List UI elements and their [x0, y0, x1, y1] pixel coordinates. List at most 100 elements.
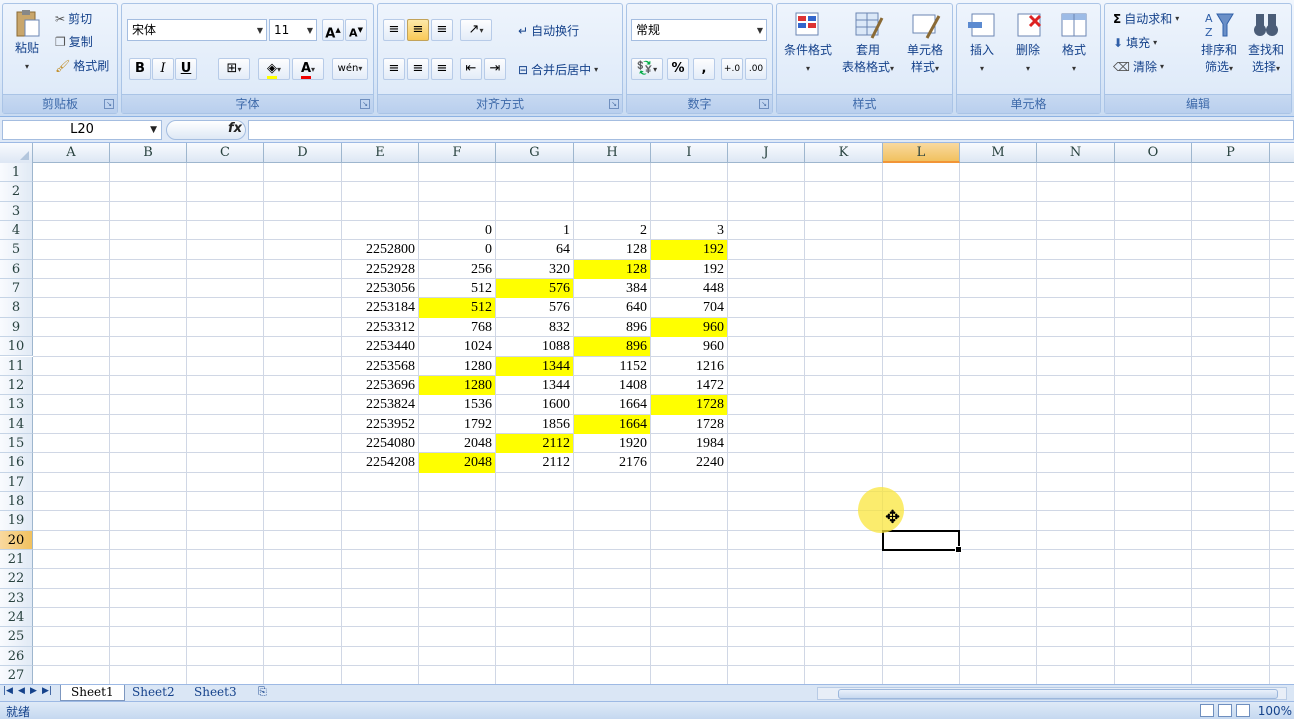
cell-styles-button[interactable]: 单元格 样式▾	[899, 10, 951, 77]
cell-i7[interactable]: 448	[651, 279, 727, 298]
fill-button[interactable]: ⬇ 填充 ▾	[1113, 34, 1157, 51]
find-select-button[interactable]: 查找和 选择▾	[1243, 10, 1289, 77]
cell-h14[interactable]: 1664	[574, 414, 650, 434]
cell-i8[interactable]: 704	[651, 298, 727, 317]
row-header-18[interactable]: 18	[0, 491, 33, 512]
cell-g13[interactable]: 1600	[496, 395, 573, 414]
format-as-table-button[interactable]: 套用 表格格式▾	[837, 10, 899, 77]
cell-e6[interactable]: 2252928	[342, 260, 418, 279]
cell-e13[interactable]: 2253824	[342, 395, 418, 414]
prev-sheet-icon[interactable]: ◀	[18, 686, 25, 696]
fill-color-button[interactable]: ◈▾	[258, 58, 290, 80]
column-header-m[interactable]: M	[960, 143, 1037, 163]
cell-f14[interactable]: 1792	[419, 415, 495, 434]
cell-h10[interactable]: 896	[574, 337, 650, 357]
row-header-13[interactable]: 13	[0, 395, 33, 415]
cell-g4[interactable]: 1	[496, 221, 573, 240]
column-header-b[interactable]: B	[110, 143, 187, 163]
cell-f6[interactable]: 256	[419, 260, 495, 279]
row-header-3[interactable]: 3	[0, 201, 33, 222]
column-header-e[interactable]: E	[342, 143, 419, 163]
sort-filter-button[interactable]: AZ 排序和 筛选▾	[1197, 10, 1241, 77]
cell-h9[interactable]: 896	[574, 318, 650, 337]
cell-f11[interactable]: 1280	[419, 357, 495, 376]
insert-button[interactable]: 插入 ▾	[959, 10, 1005, 77]
cell-h5[interactable]: 128	[574, 240, 650, 259]
cell-h11[interactable]: 1152	[574, 357, 650, 376]
align-top-button[interactable]: ≡	[383, 19, 405, 41]
cell-g7[interactable]: 576	[496, 279, 573, 299]
column-header-n[interactable]: N	[1037, 143, 1115, 163]
cell-e7[interactable]: 2253056	[342, 279, 418, 298]
zoom-level[interactable]: 100%	[1258, 704, 1292, 718]
font-color-button[interactable]: A▾	[292, 58, 324, 80]
cell-f5[interactable]: 0	[419, 240, 495, 259]
row-header-20[interactable]: 20	[0, 530, 33, 550]
page-break-view-icon[interactable]	[1236, 704, 1250, 717]
align-middle-button[interactable]: ≡	[407, 19, 429, 41]
page-layout-view-icon[interactable]	[1218, 704, 1232, 717]
cell-g14[interactable]: 1856	[496, 415, 573, 434]
row-header-26[interactable]: 26	[0, 646, 33, 667]
active-cell-selection[interactable]	[882, 529, 962, 554]
column-header-k[interactable]: K	[805, 143, 883, 163]
row-header-22[interactable]: 22	[0, 569, 33, 589]
align-bottom-button[interactable]: ≡	[431, 19, 453, 41]
cell-i12[interactable]: 1472	[651, 376, 727, 395]
row-header-24[interactable]: 24	[0, 608, 33, 628]
cell-h8[interactable]: 640	[574, 298, 650, 317]
row-header-9[interactable]: 9	[0, 317, 33, 338]
first-sheet-icon[interactable]: |◀	[3, 686, 13, 696]
cell-i10[interactable]: 960	[651, 337, 727, 356]
paste-button[interactable]: 粘贴 ▾	[7, 8, 47, 75]
cell-g9[interactable]: 832	[496, 318, 573, 337]
align-right-button[interactable]: ≡	[431, 58, 453, 80]
column-header-f[interactable]: F	[419, 143, 496, 163]
row-header-23[interactable]: 23	[0, 588, 33, 609]
row-header-7[interactable]: 7	[0, 279, 33, 299]
font-name-select[interactable]: 宋体 ▼	[127, 19, 267, 41]
wrap-text-button[interactable]: ↵ 自动换行	[518, 22, 579, 39]
cell-g6[interactable]: 320	[496, 260, 573, 279]
cell-f9[interactable]: 768	[419, 318, 495, 337]
clipboard-launcher-icon[interactable]: ↘	[104, 99, 114, 109]
cell-e12[interactable]: 2253696	[342, 376, 418, 395]
cell-e10[interactable]: 2253440	[342, 337, 418, 356]
number-format-select[interactable]: 常规 ▼	[631, 19, 767, 41]
sheet-tab-3[interactable]: Sheet3	[184, 685, 247, 701]
row-header-21[interactable]: 21	[0, 550, 33, 570]
row-header-2[interactable]: 2	[0, 182, 33, 202]
cell-i15[interactable]: 1984	[651, 434, 727, 453]
align-center-button[interactable]: ≡	[407, 58, 429, 80]
cell-f16[interactable]: 2048	[419, 453, 495, 473]
alignment-launcher-icon[interactable]: ↘	[609, 99, 619, 109]
currency-button[interactable]: 💱▾	[631, 58, 663, 80]
column-header-d[interactable]: D	[264, 143, 342, 163]
delete-button[interactable]: 删除 ▾	[1005, 10, 1051, 77]
insert-sheet-icon[interactable]: ⎘	[258, 685, 267, 699]
row-header-12[interactable]: 12	[0, 375, 33, 396]
cell-f4[interactable]: 0	[419, 221, 495, 240]
last-sheet-icon[interactable]: ▶|	[42, 686, 52, 696]
column-header-p[interactable]: P	[1192, 143, 1270, 163]
row-header-5[interactable]: 5	[0, 240, 33, 260]
cell-i4[interactable]: 3	[651, 221, 727, 240]
cell-g5[interactable]: 64	[496, 240, 573, 259]
next-sheet-icon[interactable]: ▶	[30, 686, 37, 696]
clear-button[interactable]: ⌫ 清除 ▾	[1113, 58, 1164, 75]
row-header-14[interactable]: 14	[0, 414, 33, 434]
conditional-format-button[interactable]: 条件格式 ▾	[779, 10, 837, 77]
cell-h4[interactable]: 2	[574, 221, 650, 240]
cut-button[interactable]: ✂ 剪切	[55, 10, 92, 27]
row-header-8[interactable]: 8	[0, 298, 33, 318]
align-left-button[interactable]: ≡	[383, 58, 405, 80]
cell-g10[interactable]: 1088	[496, 337, 573, 356]
format-button[interactable]: 格式 ▾	[1051, 10, 1097, 77]
cell-g11[interactable]: 1344	[496, 356, 573, 376]
select-all-button[interactable]	[0, 143, 33, 163]
percent-button[interactable]: %	[667, 58, 689, 80]
column-header-h[interactable]: H	[574, 143, 651, 163]
cell-h16[interactable]: 2176	[574, 453, 650, 472]
cell-e14[interactable]: 2253952	[342, 415, 418, 434]
cell-h7[interactable]: 384	[574, 279, 650, 298]
